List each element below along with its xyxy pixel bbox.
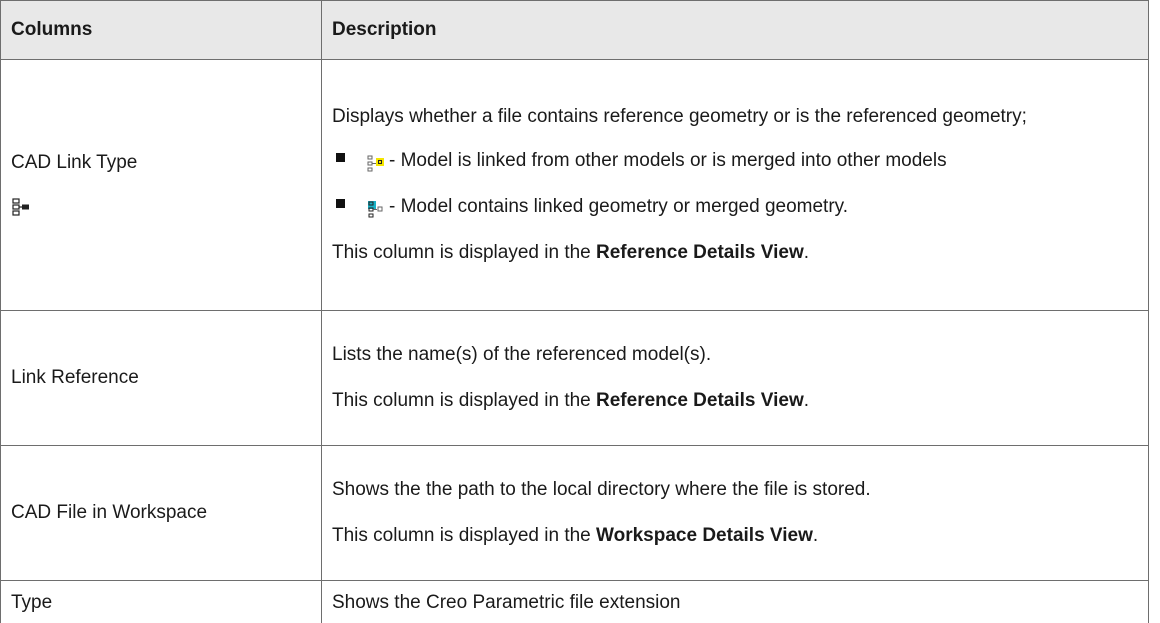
column-name: CAD Link Type (11, 147, 311, 179)
view-name: Workspace Details View (596, 525, 813, 546)
column-name: Link Reference (11, 362, 311, 394)
column-name-cell: CAD Link Type (1, 60, 322, 311)
display-note: This column is displayed in the Referenc… (332, 237, 1138, 269)
description-cell: Lists the name(s) of the referenced mode… (322, 311, 1149, 446)
display-note: This column is displayed in the Workspac… (332, 520, 1138, 552)
view-name: Reference Details View (596, 390, 804, 411)
table-row: CAD File in Workspace Shows the the path… (1, 446, 1149, 581)
display-note: This column is displayed in the Referenc… (332, 385, 1138, 417)
column-name-cell: Link Reference (1, 311, 322, 446)
note-prefix: This column is displayed in the (332, 525, 596, 546)
header-columns: Columns (1, 1, 322, 60)
list-item: - Model is linked from other models or i… (332, 145, 1138, 177)
column-name: Type (11, 587, 311, 619)
cad-link-type-icon (11, 197, 31, 223)
note-suffix: . (804, 242, 809, 263)
column-name-cell: CAD File in Workspace (1, 446, 322, 581)
view-name: Reference Details View (596, 242, 804, 263)
description-cell: Displays whether a file contains referen… (322, 60, 1149, 311)
note-prefix: This column is displayed in the (332, 242, 596, 263)
description-text: Displays whether a file contains referen… (332, 101, 1138, 133)
bullet-text: - Model is linked from other models or i… (389, 145, 947, 177)
bullet-icon (336, 199, 345, 208)
table-row: CAD Link Type Displays whether a file co… (1, 60, 1149, 311)
contains-linked-icon (367, 198, 385, 216)
column-name: CAD File in Workspace (11, 497, 311, 529)
bullet-list: - Model is linked from other models or i… (332, 145, 1138, 223)
linked-from-icon (367, 152, 385, 170)
description-text: Lists the name(s) of the referenced mode… (332, 339, 1138, 371)
list-item: - Model contains linked geometry or merg… (332, 191, 1138, 223)
note-suffix: . (813, 525, 818, 546)
header-description: Description (322, 1, 1149, 60)
description-text: Shows the Creo Parametric file extension (332, 587, 1138, 619)
bullet-text: - Model contains linked geometry or merg… (389, 191, 848, 223)
description-cell: Shows the the path to the local director… (322, 446, 1149, 581)
note-prefix: This column is displayed in the (332, 390, 596, 411)
table-row: Link Reference Lists the name(s) of the … (1, 311, 1149, 446)
description-text: Shows the the path to the local director… (332, 474, 1138, 506)
bullet-icon (336, 153, 345, 162)
note-suffix: . (804, 390, 809, 411)
table-header-row: Columns Description (1, 1, 1149, 60)
columns-table: Columns Description CAD Link Type Di (0, 0, 1149, 623)
